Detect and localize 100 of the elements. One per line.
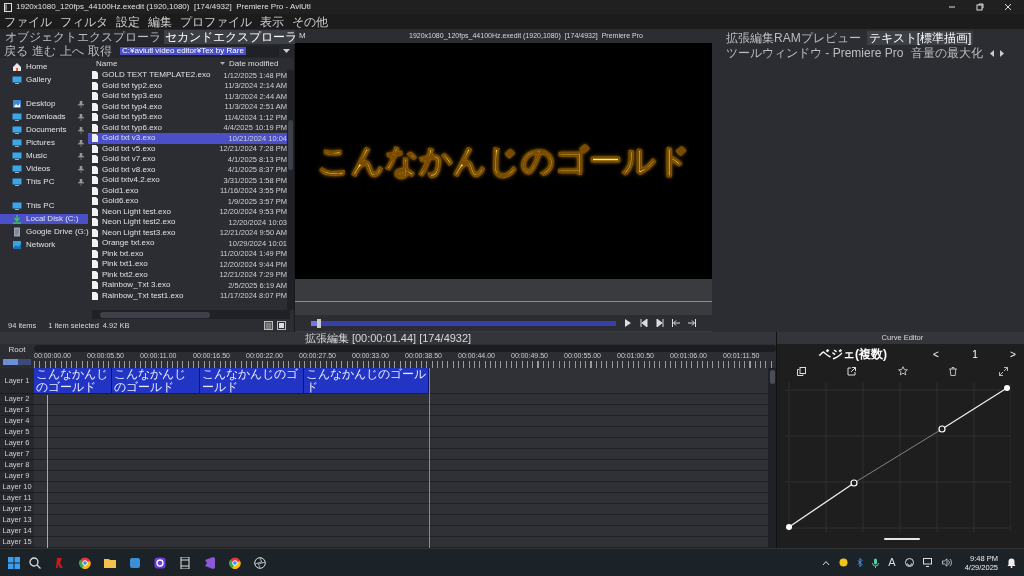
- star-icon[interactable]: [897, 366, 908, 376]
- explorer-tab[interactable]: セカンドエクスプローラ: [164, 30, 298, 44]
- sidebar-item[interactable]: Google Drive (G:): [0, 227, 88, 237]
- menu-item[interactable]: 編集: [148, 15, 172, 28]
- sidebar-item[interactable]: This PC: [0, 177, 88, 187]
- scroll-left-icon[interactable]: [989, 49, 996, 57]
- sidebar-item[interactable]: Home: [0, 62, 88, 72]
- open-external-icon[interactable]: [847, 366, 857, 376]
- sidebar-item[interactable]: Documents: [0, 125, 88, 135]
- skip-end-icon[interactable]: [688, 319, 696, 327]
- scroll-right-icon[interactable]: [999, 49, 1006, 57]
- curve-index: 1: [971, 347, 979, 362]
- ribbon-logo-icon[interactable]: [204, 556, 216, 569]
- scrollbar[interactable]: [287, 70, 294, 310]
- root-label: Root: [8, 346, 26, 354]
- resize-handle[interactable]: [884, 538, 921, 540]
- chevron-up-icon[interactable]: [822, 559, 831, 566]
- seek-thumb[interactable]: [317, 318, 322, 328]
- sidebar-item[interactable]: Videos: [0, 164, 88, 174]
- column-header[interactable]: Date modified: [229, 58, 294, 70]
- bluetooth-icon[interactable]: [857, 558, 864, 567]
- pin-icon: [78, 178, 84, 186]
- skip-start-icon[interactable]: [672, 319, 680, 327]
- pin-icon: [78, 100, 84, 108]
- pin-icon: [78, 126, 84, 134]
- layer-track[interactable]: こんなかんじのゴールド こんなかんじのゴールド こんなかんじのゴールド こんなかんじのゴールド: [34, 368, 768, 394]
- restore-icon[interactable]: [976, 3, 984, 11]
- preview-label: M: [299, 30, 307, 42]
- menu-item[interactable]: 表示: [260, 15, 284, 28]
- toolbar-button[interactable]: 進む: [32, 45, 56, 57]
- speaker-icon[interactable]: [941, 558, 952, 567]
- sidebar-item[interactable]: Desktop: [0, 99, 88, 109]
- app-icon: [4, 2, 12, 12]
- expand-icon[interactable]: [998, 366, 1008, 376]
- toolbar-button[interactable]: 取得: [88, 45, 112, 57]
- previous-button[interactable]: <: [929, 346, 943, 362]
- timeline-scrollbar[interactable]: [34, 345, 776, 352]
- timeline-clip[interactable]: こんなかんじのゴールド: [304, 368, 429, 393]
- monitor-icon: [12, 201, 22, 211]
- seek-bar[interactable]: [311, 320, 616, 326]
- next-button[interactable]: >: [1010, 346, 1016, 362]
- panel-tab[interactable]: 拡張編集RAMプレビュー: [724, 31, 863, 45]
- film-strip-icon[interactable]: [179, 556, 191, 569]
- sidebar-item[interactable]: This PC: [0, 201, 88, 211]
- layer-zoom-slider[interactable]: [3, 359, 31, 365]
- trash-icon[interactable]: [949, 366, 958, 376]
- toolbar-button[interactable]: 戻る: [4, 45, 28, 57]
- sidebar-item[interactable]: Gallery: [0, 75, 88, 85]
- panel-tab[interactable]: 音量の最大化: [909, 46, 986, 60]
- notification-bell-icon[interactable]: [1007, 557, 1016, 568]
- close-icon[interactable]: [1004, 3, 1012, 11]
- panel-tab[interactable]: テキスト[標準描画]: [866, 31, 974, 45]
- curve-type-label: ベジェ(複数): [819, 346, 888, 363]
- timeline-title: 拡張編集 [00:00:01.44] [174/4932]: [304, 332, 472, 344]
- column-header[interactable]: Name: [92, 58, 220, 70]
- sort-caret-icon: [220, 62, 225, 66]
- path-field[interactable]: C:¥aviutl video editor¥Tex by Rare: [120, 45, 279, 57]
- vertical-scrollbar[interactable]: [768, 368, 776, 548]
- sidebar-item[interactable]: Network: [0, 240, 88, 250]
- timeline-clip[interactable]: こんなかんじのゴールド: [200, 368, 304, 393]
- timeline-clip[interactable]: こんなかんじのゴールド: [34, 368, 112, 393]
- copy-icon[interactable]: [797, 366, 806, 376]
- toolbar-button[interactable]: 上へ: [60, 45, 84, 57]
- input-mode-indicator[interactable]: A: [888, 554, 896, 571]
- browser-icon[interactable]: [79, 556, 91, 569]
- network-icon[interactable]: [922, 558, 933, 567]
- sidebar-item[interactable]: Pictures: [0, 138, 88, 148]
- monitor-icon: [12, 177, 22, 187]
- panel-tab[interactable]: ツールウィンドウ - Premiere Pro: [724, 46, 906, 60]
- microphone-icon[interactable]: [872, 557, 880, 568]
- menu-item[interactable]: 設定: [116, 15, 140, 28]
- caption-text: こんなかんじのゴールド: [317, 141, 690, 182]
- pin-icon: [78, 165, 84, 173]
- aperture-icon[interactable]: [254, 556, 266, 569]
- menu-item[interactable]: フィルタ: [60, 15, 108, 28]
- timeline-clip[interactable]: こんなかんじのゴールド: [112, 368, 200, 393]
- app-tile-icon[interactable]: [129, 556, 141, 569]
- sidebar-item[interactable]: Music: [0, 151, 88, 161]
- search-icon[interactable]: [29, 556, 41, 569]
- menu-item[interactable]: その他: [292, 15, 328, 28]
- start-icon[interactable]: [8, 556, 20, 569]
- play-icon[interactable]: [624, 319, 632, 327]
- emoji-icon[interactable]: [904, 558, 914, 567]
- explorer-tab[interactable]: オブジェクトエクスプローラ: [4, 30, 162, 44]
- dropdown-caret-icon[interactable]: [283, 48, 290, 54]
- pin-icon: [78, 152, 84, 160]
- tiles-view-icon[interactable]: [277, 321, 286, 330]
- folder-icon[interactable]: [104, 556, 116, 569]
- coin-icon[interactable]: [839, 558, 849, 567]
- menu-item[interactable]: プロファイル: [180, 15, 252, 28]
- sidebar-item[interactable]: Downloads: [0, 112, 88, 122]
- minimize-icon[interactable]: [948, 3, 956, 11]
- menu-item[interactable]: ファイル: [4, 15, 52, 28]
- horizontal-scrollbar[interactable]: [92, 310, 290, 319]
- previous-frame-icon[interactable]: [640, 319, 648, 327]
- spiral-logo-icon[interactable]: [154, 556, 166, 569]
- browser-icon[interactable]: [229, 556, 241, 569]
- sidebar-item[interactable]: Local Disk (C:): [0, 214, 88, 224]
- next-frame-icon[interactable]: [656, 319, 664, 327]
- details-view-icon[interactable]: [264, 321, 273, 330]
